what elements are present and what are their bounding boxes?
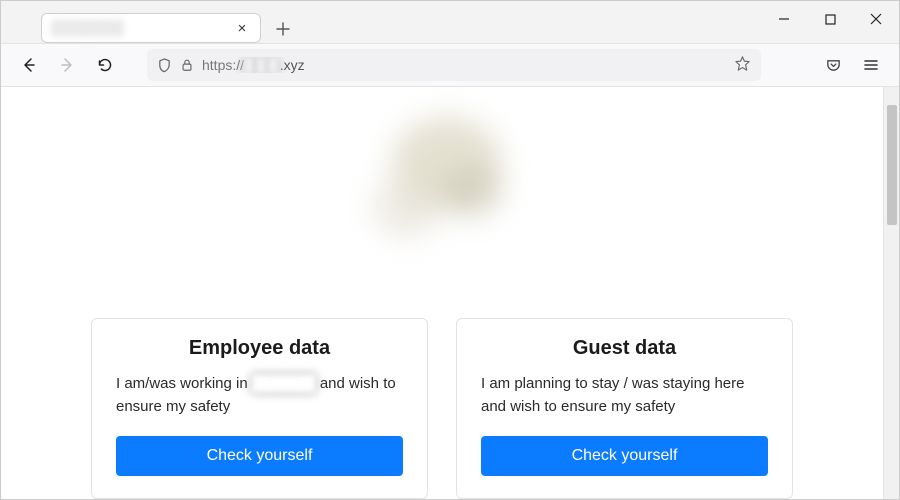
check-yourself-button[interactable]: Check yourself xyxy=(481,436,768,476)
url-domain-blur: ███ xyxy=(244,57,280,73)
reload-icon xyxy=(96,56,114,74)
maximize-button[interactable] xyxy=(807,1,853,37)
hero-image-blur xyxy=(312,87,572,277)
card-title: Employee data xyxy=(116,337,403,360)
arrow-left-icon xyxy=(20,56,38,74)
browser-toolbar: https://███.xyz xyxy=(1,43,899,87)
app-menu-button[interactable] xyxy=(855,49,887,81)
arrow-right-icon xyxy=(58,56,76,74)
minimize-icon xyxy=(778,13,790,25)
close-window-button[interactable] xyxy=(853,1,899,37)
hamburger-icon xyxy=(863,57,879,73)
window-controls xyxy=(761,1,899,37)
card-employee-data: Employee data I am/was working in ██████… xyxy=(91,318,428,500)
lock-icon xyxy=(180,58,194,72)
new-tab-button[interactable] xyxy=(269,15,297,43)
reload-button[interactable] xyxy=(89,49,121,81)
card-guest-data: Guest data I am planning to stay / was s… xyxy=(456,318,793,500)
back-button[interactable] xyxy=(13,49,45,81)
minimize-button[interactable] xyxy=(761,1,807,37)
url-text: https://███.xyz xyxy=(202,57,726,73)
address-bar[interactable]: https://███.xyz xyxy=(147,49,761,81)
url-protocol: https:// xyxy=(202,57,244,73)
shield-icon xyxy=(157,58,172,73)
card-description: I am planning to stay / was staying here… xyxy=(481,372,768,419)
card-title: Guest data xyxy=(481,337,768,360)
star-icon xyxy=(734,55,751,72)
bookmark-button[interactable] xyxy=(734,55,751,75)
browser-window: ████████ × xyxy=(0,0,900,500)
card-description: I am/was working in ██████ and wish to e… xyxy=(116,372,403,419)
check-yourself-button[interactable]: Check yourself xyxy=(116,436,403,476)
scrollbar-thumb[interactable] xyxy=(887,105,897,225)
forward-button[interactable] xyxy=(51,49,83,81)
maximize-icon xyxy=(825,14,836,25)
page-content: Employee data I am/was working in ██████… xyxy=(1,87,883,499)
browser-tab[interactable]: ████████ × xyxy=(41,13,261,43)
cards-row: Employee data I am/was working in ██████… xyxy=(1,318,883,500)
url-tld: .xyz xyxy=(280,57,305,73)
tab-strip: ████████ × xyxy=(1,1,899,43)
tab-title: ████████ xyxy=(52,21,234,35)
vertical-scrollbar[interactable] xyxy=(883,87,899,499)
plus-icon xyxy=(276,22,290,36)
close-icon[interactable]: × xyxy=(234,20,250,36)
browser-viewport: Employee data I am/was working in ██████… xyxy=(1,87,899,499)
pocket-button[interactable] xyxy=(817,49,849,81)
pocket-icon xyxy=(825,57,842,74)
close-icon xyxy=(870,13,882,25)
